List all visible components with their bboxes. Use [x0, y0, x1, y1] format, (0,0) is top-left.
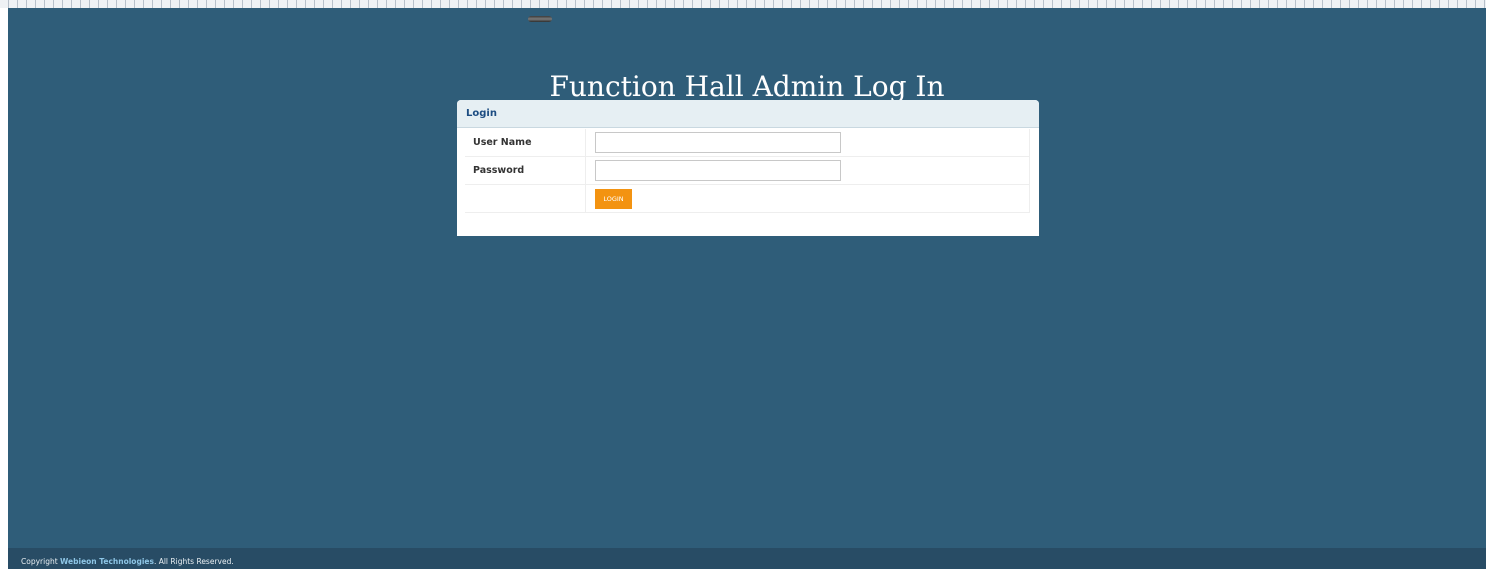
- password-label: Password: [465, 156, 586, 185]
- username-label: User Name: [465, 129, 586, 157]
- button-row: LOGIN: [465, 184, 1030, 213]
- footer-copyright-suffix: . All Rights Reserved.: [153, 557, 234, 566]
- page-title: Function Hall Admin Log In: [549, 70, 945, 103]
- password-input[interactable]: [595, 160, 841, 181]
- password-row: Password: [465, 156, 1030, 185]
- footer-company-link[interactable]: Webieon Technologies: [60, 557, 154, 566]
- login-panel-header: Login: [457, 100, 1039, 128]
- username-cell: [585, 129, 1030, 157]
- footer: Copyright Webieon Technologies. All Righ…: [8, 548, 1486, 569]
- username-row: User Name: [465, 129, 1030, 157]
- top-ornament-icon: [528, 16, 552, 22]
- login-button[interactable]: LOGIN: [595, 188, 632, 209]
- username-input[interactable]: [595, 132, 841, 153]
- login-panel-title: Login: [466, 108, 497, 119]
- button-cell: LOGIN: [585, 184, 1030, 213]
- login-form: User Name Password LOGIN: [465, 129, 1030, 213]
- password-cell: [585, 156, 1030, 185]
- login-panel: Login User Name Password LOGIN: [457, 100, 1039, 236]
- page-background: Function Hall Admin Log In Login User Na…: [8, 8, 1486, 569]
- footer-copyright-prefix: Copyright: [21, 557, 61, 566]
- top-decorative-strip: [0, 0, 1486, 8]
- button-row-spacer: [465, 184, 586, 213]
